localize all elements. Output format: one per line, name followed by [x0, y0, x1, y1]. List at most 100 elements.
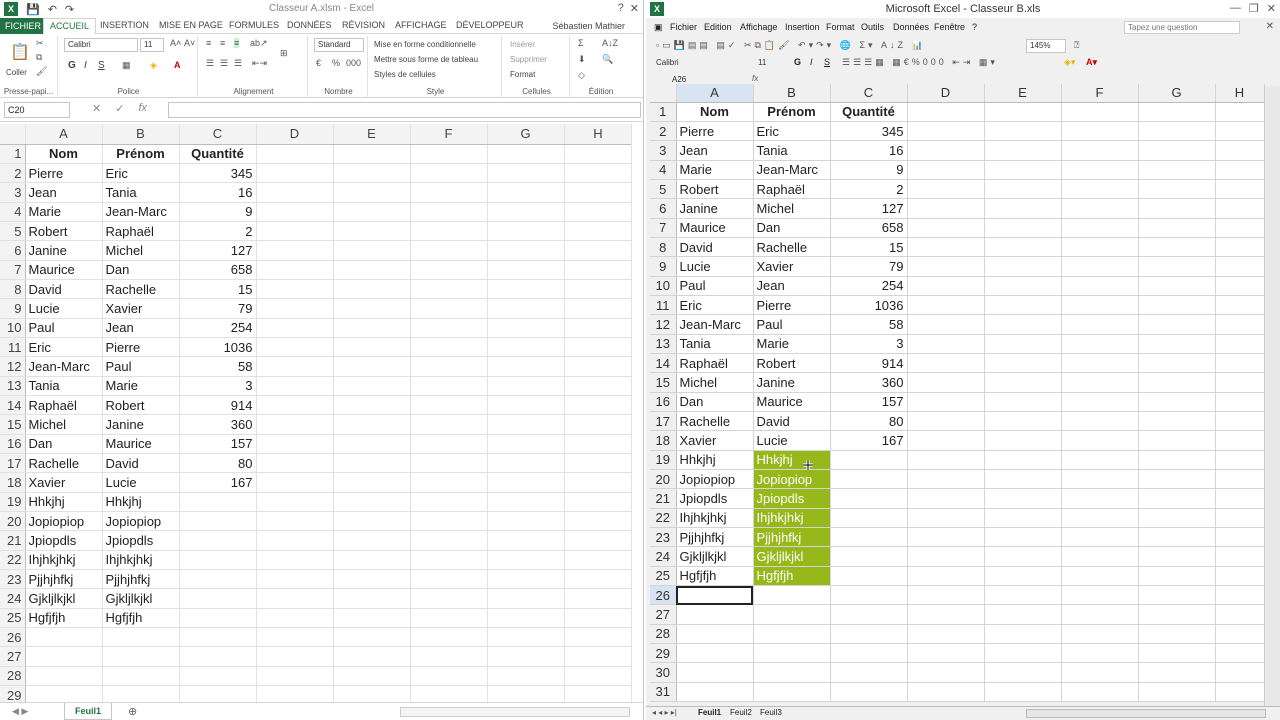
row-header[interactable]: 11: [650, 295, 677, 316]
cell-c20[interactable]: [830, 469, 908, 490]
cell-g21[interactable]: [1138, 488, 1216, 509]
cell-f17[interactable]: [1061, 411, 1139, 432]
cell-b7[interactable]: Dan: [753, 218, 831, 238]
clear-icon[interactable]: ◇: [578, 70, 585, 81]
cell-b20[interactable]: Jopiopiop: [753, 469, 831, 490]
cell-h24[interactable]: [1215, 546, 1265, 567]
row-header[interactable]: 24: [650, 546, 677, 567]
cell-g11[interactable]: [487, 337, 565, 358]
insert-button[interactable]: Insérer: [510, 40, 535, 49]
cell-b2[interactable]: Eric: [102, 163, 180, 184]
cell-e31[interactable]: [984, 682, 1062, 703]
align-top-icon[interactable]: ≡: [206, 38, 211, 48]
sheet-nav-icon[interactable]: ◀ ▶: [12, 706, 28, 717]
cell-f24[interactable]: [410, 588, 488, 609]
cell-e6[interactable]: [333, 240, 411, 261]
cell-d3[interactable]: [256, 182, 334, 203]
cell-a14[interactable]: Raphaël: [676, 353, 754, 374]
vertical-scrollbar[interactable]: [631, 124, 643, 702]
cell-d1[interactable]: [256, 144, 334, 164]
cell-d31[interactable]: [907, 682, 985, 703]
cell-b29[interactable]: [753, 643, 831, 664]
cell-f7[interactable]: [1061, 218, 1139, 238]
cell-g17[interactable]: [1138, 411, 1216, 432]
row-header[interactable]: 12: [0, 356, 26, 377]
cell-g28[interactable]: [1138, 624, 1216, 645]
fx-icon[interactable]: fx: [138, 102, 147, 115]
format-button[interactable]: Format: [510, 70, 535, 79]
cell-c25[interactable]: [830, 566, 908, 587]
row-header[interactable]: 13: [0, 376, 26, 396]
cell-h23[interactable]: [564, 569, 633, 590]
cell-f19[interactable]: [410, 492, 488, 513]
row-header[interactable]: 25: [0, 608, 26, 629]
cell-g25[interactable]: [487, 608, 565, 629]
cell-g1[interactable]: [1138, 102, 1216, 122]
cell-a25[interactable]: Hgfjfjh: [25, 608, 103, 629]
cell-b8[interactable]: Rachelle: [753, 237, 831, 258]
cell-e1[interactable]: [984, 102, 1062, 122]
cell-g22[interactable]: [1138, 508, 1216, 529]
cell-b31[interactable]: [753, 682, 831, 703]
cell-f4[interactable]: [1061, 160, 1139, 180]
cell-h28[interactable]: [1215, 624, 1265, 645]
menu-fenetre[interactable]: Fenêtre: [934, 22, 965, 32]
cell-h14[interactable]: [1215, 353, 1265, 374]
cell-f10[interactable]: [410, 318, 488, 338]
cell-d27[interactable]: [256, 646, 334, 667]
cell-d17[interactable]: [256, 453, 334, 474]
cell-f13[interactable]: [410, 376, 488, 396]
cell-b22[interactable]: Ihjhkjhkj: [102, 550, 180, 571]
cell-d12[interactable]: [256, 356, 334, 377]
cell-b20[interactable]: Jopiopiop: [102, 511, 180, 532]
cell-d8[interactable]: [907, 237, 985, 258]
cell-a1[interactable]: Nom: [25, 144, 103, 164]
cell-f9[interactable]: [410, 298, 488, 319]
cell-a6[interactable]: Janine: [676, 198, 754, 219]
cell-b1[interactable]: Prénom: [753, 102, 831, 122]
cell-b25[interactable]: Hgfjfjh: [102, 608, 180, 629]
cell-a8[interactable]: David: [676, 237, 754, 258]
cell-d16[interactable]: [256, 434, 334, 455]
cell-a9[interactable]: Lucie: [25, 298, 103, 319]
cell-d24[interactable]: [907, 546, 985, 567]
cell-c6[interactable]: 127: [179, 240, 257, 261]
cell-c24[interactable]: [179, 588, 257, 609]
row-header[interactable]: 3: [0, 182, 26, 203]
cell-g2[interactable]: [487, 163, 565, 184]
format-painter-icon[interactable]: 🖌: [36, 66, 47, 77]
cell-d12[interactable]: [907, 314, 985, 335]
cell-b16[interactable]: Maurice: [102, 434, 180, 455]
cell-e23[interactable]: [333, 569, 411, 590]
cell-h18[interactable]: [564, 472, 633, 493]
cell-h25[interactable]: [1215, 566, 1265, 587]
cell-e13[interactable]: [333, 376, 411, 396]
cell-c19[interactable]: [179, 492, 257, 513]
cell-e26[interactable]: [333, 627, 411, 648]
cell-f30[interactable]: [1061, 662, 1139, 683]
help-icon[interactable]: ⍰: [1074, 40, 1079, 51]
cell-d16[interactable]: [907, 392, 985, 413]
cell-d6[interactable]: [256, 240, 334, 261]
fill-color-icon[interactable]: ◈▾: [1064, 57, 1075, 68]
cell-h8[interactable]: [1215, 237, 1265, 258]
cell-e17[interactable]: [333, 453, 411, 474]
delete-button[interactable]: Supprimer: [510, 55, 547, 64]
cell-f23[interactable]: [1061, 527, 1139, 548]
cell-f9[interactable]: [1061, 256, 1139, 277]
font-color-icon[interactable]: A▾: [1086, 57, 1097, 68]
row-header[interactable]: 6: [650, 198, 677, 219]
vertical-scrollbar[interactable]: [1264, 86, 1280, 706]
column-header-a[interactable]: A: [25, 124, 103, 145]
row-header[interactable]: 27: [650, 604, 677, 625]
cell-g14[interactable]: [1138, 353, 1216, 374]
cell-c5[interactable]: 2: [179, 221, 257, 242]
cell-f18[interactable]: [410, 472, 488, 493]
cell-e13[interactable]: [984, 334, 1062, 354]
cell-g27[interactable]: [487, 646, 565, 667]
cell-g24[interactable]: [487, 588, 565, 609]
row-header[interactable]: 22: [650, 508, 677, 529]
orientation-icon[interactable]: ab↗: [250, 38, 268, 49]
cell-e8[interactable]: [333, 279, 411, 300]
cell-c3[interactable]: 16: [179, 182, 257, 203]
